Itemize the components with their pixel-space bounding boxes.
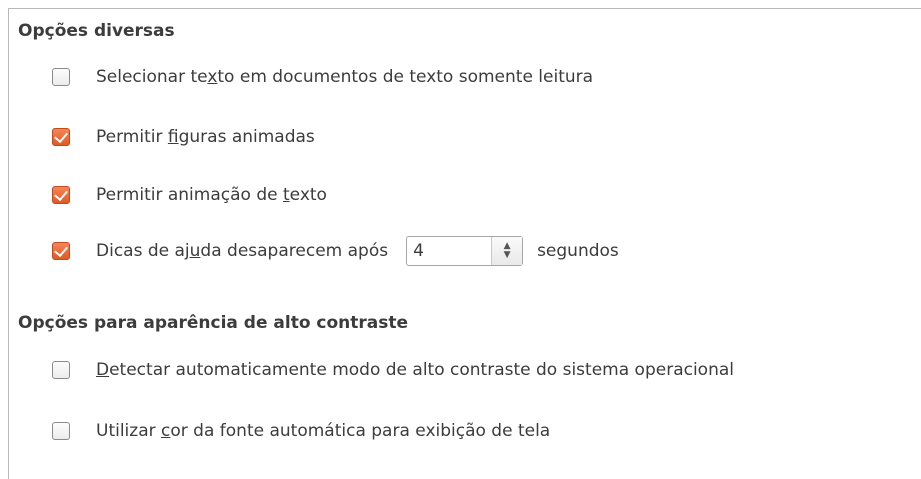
seconds-unit-label: segundos xyxy=(537,241,619,261)
option-allow-text-animation[interactable]: Permitir animação de texto xyxy=(52,181,327,209)
allow-animated-images-checkbox[interactable] xyxy=(52,128,70,146)
label-suffix: da desaparecem após xyxy=(200,241,389,261)
label-suffix: iguras animadas xyxy=(178,127,315,147)
label-prefix: Permitir xyxy=(96,127,168,147)
detect-high-contrast-label[interactable]: Detectar automaticamente modo de alto co… xyxy=(96,360,734,380)
label-mnemonic: f xyxy=(167,127,179,147)
option-help-tips-disappear[interactable]: Dicas de ajuda desaparecem após ▲ ▼ segu… xyxy=(52,235,619,267)
help-tips-seconds-input[interactable] xyxy=(407,237,492,265)
label-prefix: Permitir animação de xyxy=(96,185,283,205)
section-title-misc-options: Opções diversas xyxy=(18,21,175,41)
allow-text-animation-label[interactable]: Permitir animação de texto xyxy=(96,185,327,205)
label-mnemonic: c xyxy=(161,421,171,441)
label-mnemonic: x xyxy=(207,67,218,87)
auto-font-color-label[interactable]: Utilizar cor da fonte automática para ex… xyxy=(96,421,550,441)
option-detect-high-contrast[interactable]: Detectar automaticamente modo de alto co… xyxy=(52,356,734,384)
label-mnemonic: u xyxy=(189,241,201,261)
option-auto-font-color[interactable]: Utilizar cor da fonte automática para ex… xyxy=(52,417,550,445)
section-title-high-contrast-options: Opções para aparência de alto contraste xyxy=(18,313,409,333)
label-mnemonic: D xyxy=(96,360,110,380)
label-prefix: Utilizar xyxy=(96,421,162,441)
allow-text-animation-checkbox[interactable] xyxy=(52,186,70,204)
select-text-readonly-checkbox[interactable] xyxy=(52,68,70,86)
allow-animated-images-label[interactable]: Permitir figuras animadas xyxy=(96,127,315,147)
auto-font-color-checkbox[interactable] xyxy=(52,422,70,440)
option-allow-animated-images[interactable]: Permitir figuras animadas xyxy=(52,123,315,151)
help-tips-disappear-checkbox[interactable] xyxy=(52,242,70,260)
option-select-text-readonly[interactable]: Selecionar texto em documentos de texto … xyxy=(52,63,593,91)
help-tips-seconds-spinbox[interactable]: ▲ ▼ xyxy=(406,236,524,266)
label-suffix: exto xyxy=(289,185,327,205)
help-tips-disappear-label[interactable]: Dicas de ajuda desaparecem após xyxy=(96,241,388,261)
label-suffix: or da fonte automática para exibição de … xyxy=(170,421,551,441)
label-suffix: to em documentos de texto somente leitur… xyxy=(217,67,594,87)
detect-high-contrast-checkbox[interactable] xyxy=(52,361,70,379)
select-text-readonly-label[interactable]: Selecionar texto em documentos de texto … xyxy=(96,67,593,87)
label-prefix: Dicas de aj xyxy=(96,241,190,261)
label-prefix: Selecionar te xyxy=(96,67,208,87)
label-suffix: etectar automaticamente modo de alto con… xyxy=(109,360,734,380)
spin-buttons[interactable]: ▲ ▼ xyxy=(491,237,523,265)
label-mnemonic: t xyxy=(282,185,290,205)
chevron-down-icon[interactable]: ▼ xyxy=(504,251,511,260)
